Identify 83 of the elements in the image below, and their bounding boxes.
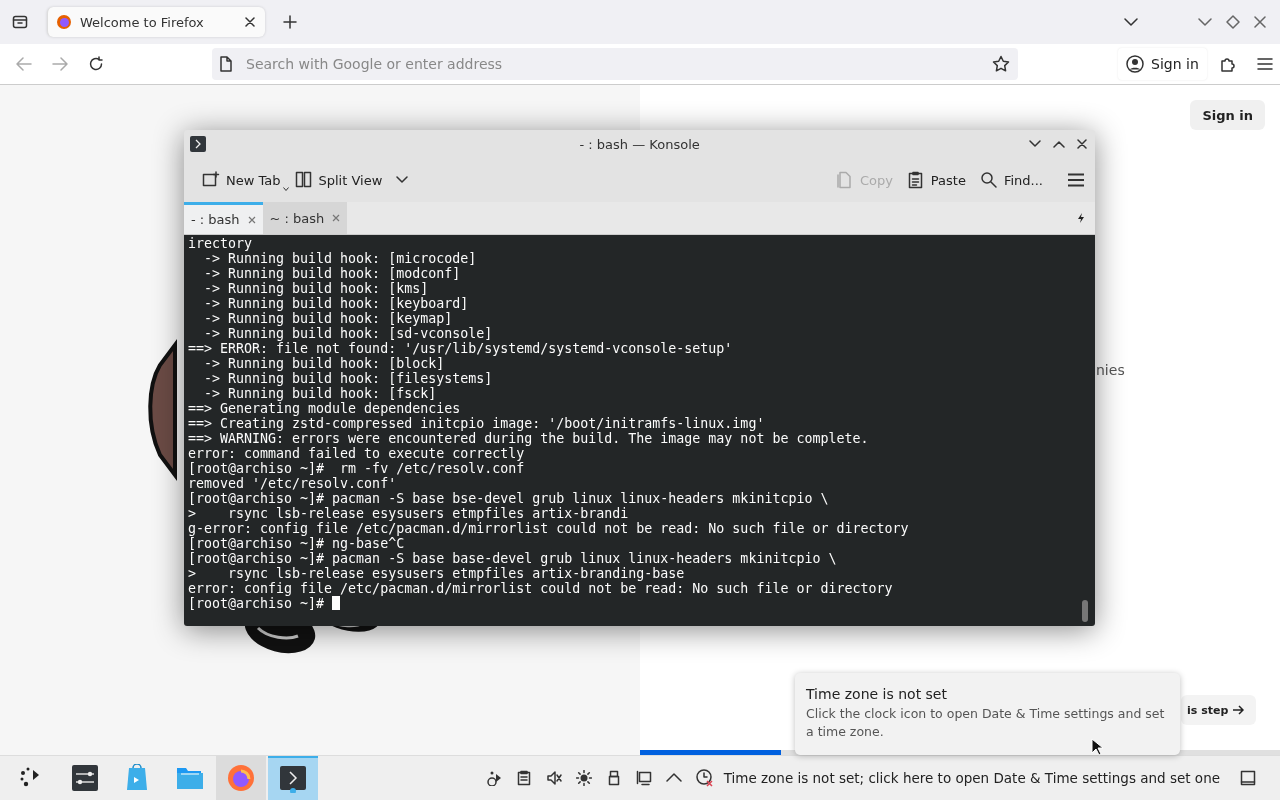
lightning-icon[interactable] — [1077, 213, 1085, 223]
page-icon — [220, 56, 232, 72]
arrow-right-icon — [1232, 705, 1245, 715]
show-desktop-icon[interactable] — [1240, 770, 1256, 786]
skip-step-button[interactable]: is step — [1181, 695, 1257, 725]
notification-text: Click the clock icon to open Date & Time settings and set a time zone. — [806, 705, 1166, 741]
reload-icon[interactable] — [88, 56, 104, 72]
terminal-line: ==> Creating zstd-compressed initcpio image: '/boot/initramfs-linux.img' — [188, 416, 765, 431]
chevron-down-icon — [396, 176, 409, 184]
terminal-line: [root@archiso ~]# rm -fv /etc/resolv.conf — [188, 461, 525, 476]
monitor-icon[interactable] — [635, 770, 652, 786]
caret-icon — [282, 187, 289, 191]
terminal-line: -> Running build hook: [block] — [203, 356, 445, 371]
tab-title: Welcome to Firefox — [80, 14, 205, 30]
clipboard-icon[interactable] — [515, 770, 532, 786]
account-icon — [1126, 55, 1144, 73]
clipboard-icon — [906, 171, 925, 189]
sign-in-button[interactable]: Sign in — [1118, 48, 1207, 80]
terminal-line: -> Running build hook: [modconf] — [203, 266, 461, 281]
firefox-logo-icon — [227, 764, 255, 792]
mouse-pointer-icon — [1091, 738, 1103, 756]
toolbar-button[interactable]: New Tab — [198, 167, 285, 193]
terminal-line: [root@archiso ~]# ng-base^C — [188, 536, 405, 551]
taskbar-app[interactable] — [268, 756, 318, 800]
toolbar-button[interactable]: Paste — [902, 167, 970, 193]
terminal-line: irectory — [188, 236, 253, 251]
search-icon — [979, 171, 998, 189]
terminal-line: > rsync lsb-release esysusers etmpfiles artix-branding-base — [188, 566, 685, 581]
toolbar-button[interactable]: Split View — [290, 167, 413, 193]
tray-notice[interactable]: Time zone is not set; click here to open Date & Time settings and set one — [723, 770, 1220, 786]
terminal-line: > rsync lsb-release esysusers etmpfiles artix-brandi — [188, 506, 629, 521]
terminal-line: [root@archiso ~]# pacman -S base bse-devel grub linux linux-headers mkinitcpio \ — [188, 491, 829, 506]
terminal-line: -> Running build hook: [kms] — [203, 281, 429, 296]
maximize-icon[interactable] — [1226, 15, 1240, 29]
settings-sliders-icon — [71, 764, 99, 792]
terminal-app-icon — [190, 136, 206, 152]
minimize-icon[interactable] — [1198, 18, 1212, 26]
terminal-line: error: config file /etc/pacman.d/mirrorlist could not be read: No such file or directory — [188, 581, 893, 596]
split-view-icon — [294, 171, 313, 189]
puzzle-piece-icon[interactable] — [1218, 55, 1237, 73]
terminal-line: error: command failed to execute correctly — [188, 446, 525, 461]
new-tab-icon[interactable] — [283, 15, 297, 29]
address-field[interactable]: Search with Google or enter address — [244, 55, 980, 73]
toolbar-button[interactable]: Find... — [975, 167, 1047, 193]
tab-list-icon[interactable] — [12, 14, 28, 30]
terminal-line: -> Running build hook: [keyboard] — [203, 296, 469, 311]
sign-in-button[interactable]: Sign in — [1190, 100, 1265, 130]
browser-tab[interactable]: Welcome to Firefox — [47, 7, 265, 37]
terminal-line: -> Running build hook: [fsck] — [203, 386, 437, 401]
terminal-line: [root@archiso ~]# pacman -S base base-devel grub linux linux-headers mkinitcpio \ — [188, 551, 837, 566]
terminal-tab[interactable]: - : bash — [184, 202, 263, 234]
notification-title: Time zone is not set — [806, 686, 948, 702]
menu-icon[interactable] — [1256, 57, 1273, 71]
close-icon[interactable] — [245, 17, 255, 27]
terminal-line: -> Running build hook: [sd-vconsole] — [203, 326, 493, 341]
text-cursor — [332, 596, 341, 610]
terminal-line: [root@archiso ~]# — [188, 596, 326, 611]
minimize-icon[interactable] — [1029, 140, 1041, 148]
terminal-tab[interactable]: ~ : bash — [262, 202, 348, 234]
terminal-app-icon — [279, 765, 307, 793]
speaker-muted-icon[interactable] — [545, 770, 562, 786]
terminal-line: removed '/etc/resolv.conf' — [188, 476, 397, 491]
terminal-line: ==> ERROR: file not found: '/usr/lib/systemd/systemd-vconsole-setup' — [188, 341, 733, 356]
star-icon[interactable] — [992, 55, 1010, 73]
terminal-line: -> Running build hook: [filesystems] — [203, 371, 493, 386]
clock-alert-icon[interactable] — [695, 769, 714, 787]
scrollbar[interactable] — [1082, 600, 1088, 622]
firefox-logo-icon — [56, 14, 72, 30]
chevron-down-icon[interactable] — [1124, 18, 1138, 26]
terminal-line: -> Running build hook: [keymap] — [203, 311, 453, 326]
terminal-line: ==> Generating module dependencies — [188, 401, 461, 416]
terminal-line: ==> WARNING: errors were encountered during the build. The image may not be complete. — [188, 431, 869, 446]
menu-icon[interactable] — [1067, 173, 1085, 187]
terminal-line: -> Running build hook: [microcode] — [203, 251, 477, 266]
copy-icon — [835, 171, 854, 189]
window-title: - : bash — Konsole — [579, 136, 700, 152]
text-fragment: nies — [1096, 362, 1125, 378]
close-icon[interactable] — [1077, 139, 1087, 149]
terminal-line: g-error: config file /etc/pacman.d/mirrorlist could not be read: No such file or directory — [188, 521, 909, 536]
maximize-icon[interactable] — [1053, 140, 1065, 148]
new-tab-icon — [202, 171, 220, 189]
address-bar[interactable]: Search with Google or enter address — [212, 48, 1018, 80]
brightness-icon[interactable] — [575, 770, 592, 786]
